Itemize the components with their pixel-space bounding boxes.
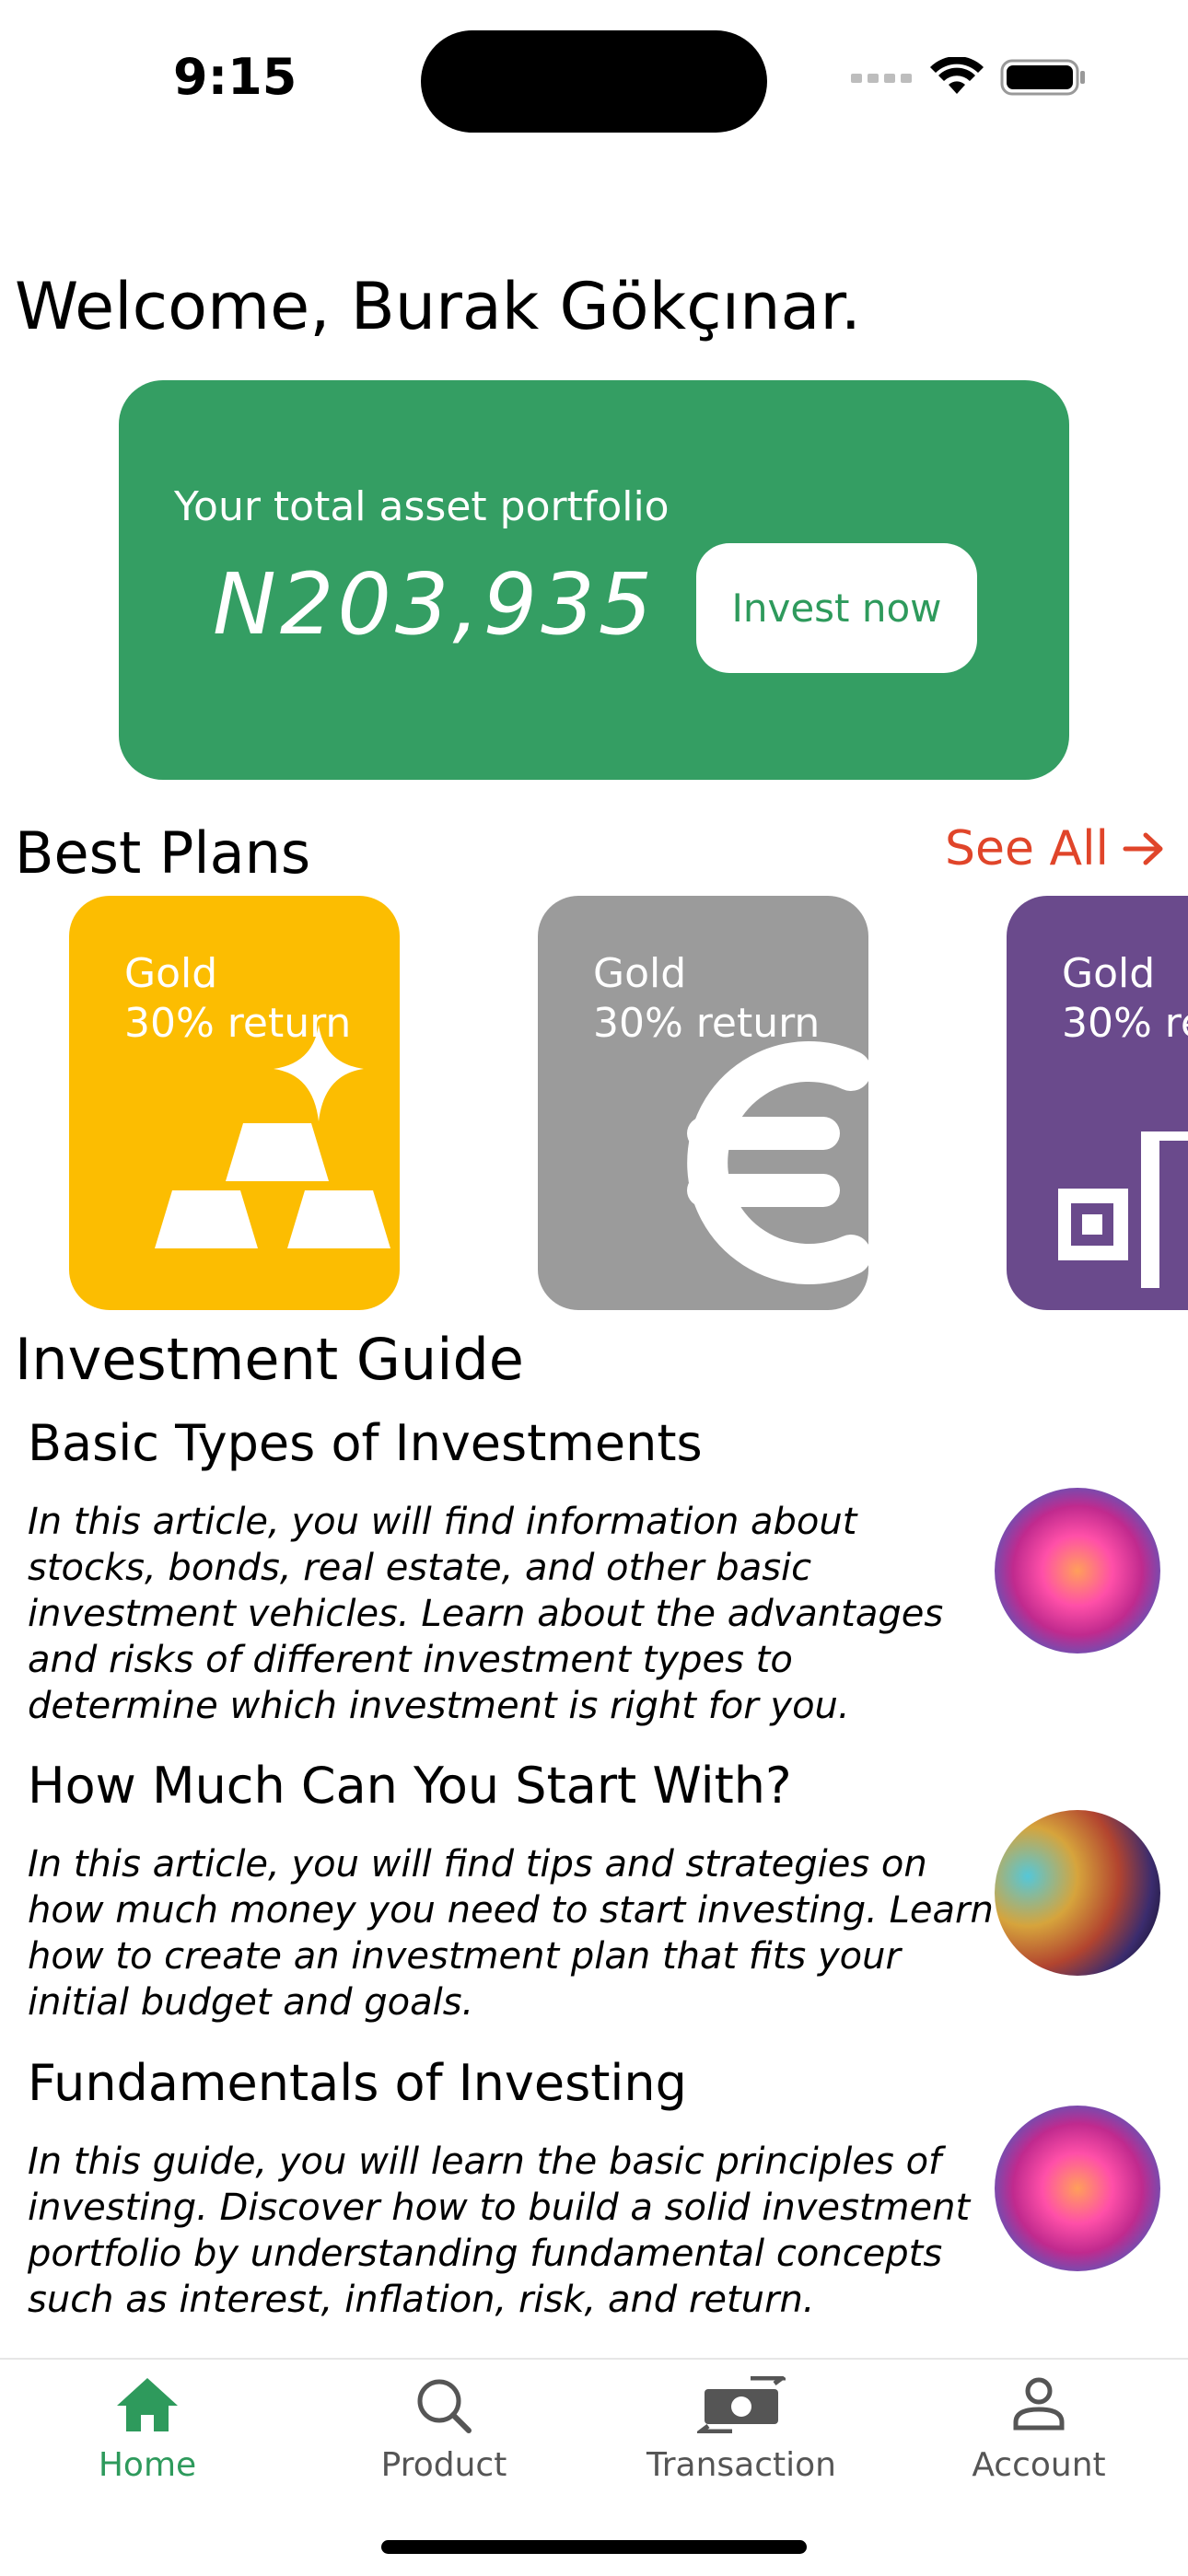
plan-card-gold[interactable]: Gold 30% return (69, 896, 400, 1310)
portfolio-amount: N203,935 (213, 555, 657, 654)
investment-guide-title: Investment Guide (15, 1326, 524, 1393)
nav-item-transaction[interactable]: Transaction (631, 2376, 852, 2484)
article-description: In this guide, you will learn the basic … (28, 2141, 971, 2321)
see-all-link[interactable]: See All (945, 821, 1166, 876)
article-description: In this article, you will find tips and … (28, 1843, 994, 2024)
cellular-signal-icon (851, 74, 912, 83)
nav-label: Home (98, 2446, 197, 2484)
bar-chart-icon (1058, 1131, 1188, 1288)
euro-icon (687, 1041, 868, 1284)
article-title[interactable]: Basic Types of Investments (28, 1414, 703, 1472)
article-description: In this article, you will find informati… (28, 1501, 944, 1727)
article-thumbnail[interactable] (995, 2106, 1160, 2271)
portfolio-card: Your total asset portfolio N203,935 Inve… (119, 380, 1069, 780)
plan-return: 30% return (593, 1000, 821, 1047)
plan-return: 30% return (124, 1000, 352, 1047)
welcome-heading: Welcome, Burak Gökçınar. (15, 269, 861, 344)
home-indicator[interactable] (381, 2540, 807, 2554)
plan-card-chart[interactable]: Gold 30% re (1007, 896, 1188, 1310)
dynamic-island (421, 30, 767, 133)
best-plans-title: Best Plans (15, 819, 311, 887)
article-thumbnail[interactable] (995, 1810, 1160, 1976)
status-icons (851, 57, 1087, 98)
plan-return: 30% re (1062, 1000, 1188, 1047)
plan-name: Gold (593, 950, 687, 997)
article-title[interactable]: How Much Can You Start With? (28, 1757, 792, 1815)
plan-card-euro[interactable]: Gold 30% return (538, 896, 868, 1310)
status-time: 9:15 (173, 48, 297, 106)
nav-item-account[interactable]: Account (928, 2376, 1149, 2484)
article-title[interactable]: Fundamentals of Investing (28, 2054, 687, 2112)
plan-name: Gold (1062, 950, 1156, 997)
money-transfer-icon (697, 2376, 786, 2433)
portfolio-label: Your total asset portfolio (174, 483, 670, 530)
battery-icon (1000, 59, 1085, 96)
see-all-label: See All (945, 821, 1109, 876)
home-icon (117, 2378, 178, 2431)
wifi-icon (930, 57, 984, 94)
person-icon (1013, 2377, 1065, 2431)
nav-label: Product (380, 2446, 507, 2484)
invest-now-button[interactable]: Invest now (696, 543, 977, 673)
nav-item-home[interactable]: Home (37, 2376, 258, 2484)
arrow-right-icon (1123, 832, 1163, 865)
article-thumbnail[interactable] (995, 1488, 1160, 1654)
plan-name: Gold (124, 950, 218, 997)
nav-label: Transaction (646, 2446, 836, 2484)
gold-bars-icon (155, 1025, 390, 1248)
search-icon (417, 2379, 472, 2433)
nav-label: Account (972, 2446, 1106, 2484)
nav-item-product[interactable]: Product (333, 2376, 554, 2484)
